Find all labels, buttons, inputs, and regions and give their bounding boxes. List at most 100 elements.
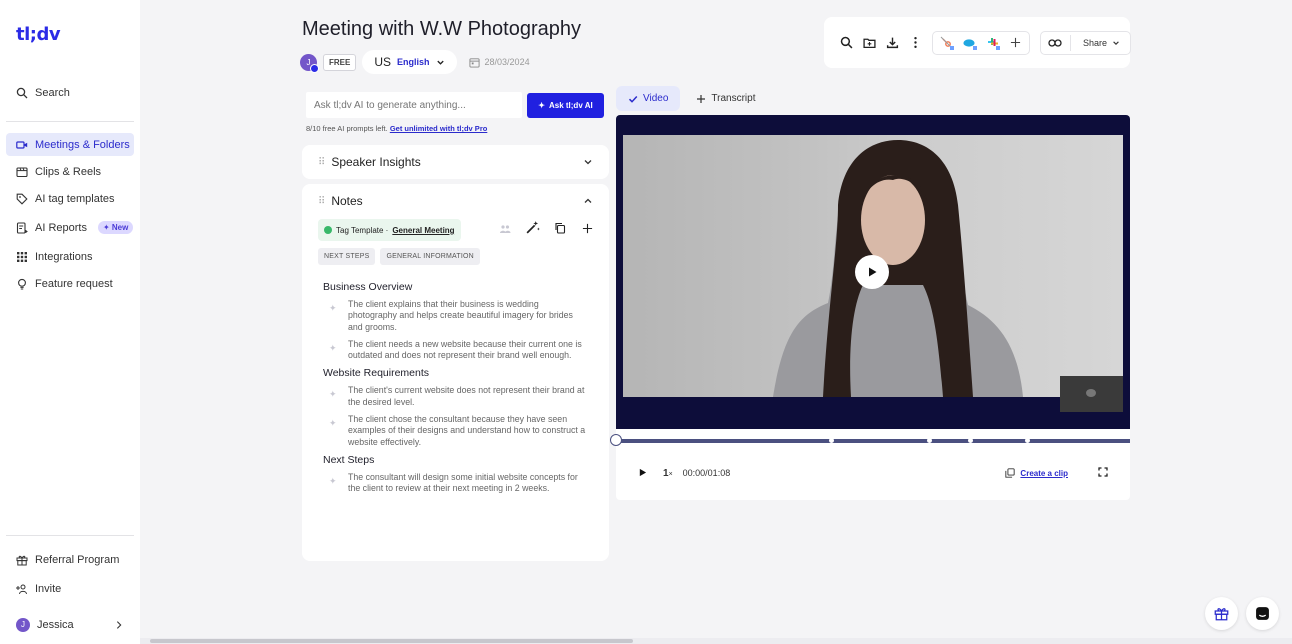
chevron-right-icon [116, 620, 122, 629]
referral-label: Referral Program [35, 553, 120, 566]
timeline-marker[interactable] [968, 438, 974, 443]
ai-sparkle-icon: ✦ [329, 418, 337, 429]
timeline-marker[interactable] [829, 438, 835, 443]
user-menu[interactable]: J Jessica [6, 613, 134, 636]
progress-handle[interactable] [610, 434, 622, 446]
more-options-icon[interactable] [909, 35, 922, 50]
notes-header[interactable]: ⠿ Notes [302, 184, 609, 218]
ai-sparkle-icon: ✦ [329, 303, 337, 313]
add-note-icon[interactable] [582, 221, 593, 239]
invite-label: Invite [35, 582, 62, 595]
chat-icon [1256, 607, 1269, 620]
grid-icon [17, 251, 27, 262]
add-integration-icon[interactable] [1008, 35, 1023, 50]
fullscreen-icon[interactable] [1098, 467, 1108, 479]
ai-prompts-remaining: 8/10 free AI prompts left. Get unlimited… [306, 124, 608, 133]
progress-bar[interactable] [610, 434, 1130, 446]
timeline-marker[interactable] [927, 438, 933, 443]
clapperboard-icon [16, 166, 28, 177]
language-select[interactable]: US English [362, 50, 457, 74]
copy-icon[interactable] [554, 221, 566, 239]
magic-wand-icon[interactable] [525, 220, 540, 240]
play-button[interactable] [638, 468, 647, 479]
sidebar-item-feature-request[interactable]: Feature request [6, 272, 134, 295]
prompts-left-text: 8/10 free AI prompts left. [306, 124, 388, 133]
group-separator [1070, 34, 1071, 51]
ai-sparkle-icon: ✦ [329, 475, 337, 486]
note-item[interactable]: ✦ The consultant will design some initia… [323, 472, 589, 495]
share-button[interactable]: Share [1079, 38, 1124, 48]
sidebar-item-integrations[interactable]: Integrations [6, 245, 134, 268]
play-overlay-button[interactable] [855, 255, 889, 289]
support-chat-button[interactable] [1246, 597, 1279, 630]
note-item[interactable]: ✦ The client explains that their busines… [323, 299, 589, 333]
sidebar-item-label: Meetings & Folders [35, 138, 130, 151]
search-label: Search [35, 86, 70, 99]
clip-icon [1005, 468, 1016, 478]
note-item[interactable]: ✦ The client needs a new website because… [323, 339, 589, 362]
sidebar-item-meetings-folders[interactable]: Meetings & Folders [6, 133, 134, 156]
tab-transcript[interactable]: Transcript [684, 86, 767, 111]
drag-handle-icon[interactable]: ⠿ [318, 157, 325, 168]
timeline-marker[interactable] [1024, 438, 1030, 443]
meeting-toolbar: Share [824, 17, 1132, 68]
plan-badge: FREE [323, 53, 357, 71]
horizontal-scrollbar[interactable] [140, 638, 1292, 644]
note-text: The client explains that their business … [348, 299, 573, 332]
note-section-heading: Website Requirements [323, 367, 430, 380]
speakers-icon[interactable] [499, 221, 511, 239]
search-nav-item[interactable]: Search [6, 81, 134, 104]
upgrade-link[interactable]: Get unlimited with tl;dv Pro [390, 124, 488, 133]
sidebar-item-label: AI tag templates [35, 192, 115, 205]
salesforce-icon[interactable] [962, 35, 977, 50]
invite-item[interactable]: Invite [6, 577, 134, 600]
tag-chip[interactable]: NEXT STEPS [318, 248, 376, 265]
panel-title: Speaker Insights [331, 155, 421, 169]
video-camera-icon [16, 140, 28, 149]
play-icon [639, 468, 647, 476]
tab-label: Video [643, 93, 669, 104]
create-clip-button[interactable]: Create a clip [1005, 468, 1068, 478]
chevron-down-icon [1113, 40, 1119, 45]
gift-icon [1214, 608, 1229, 621]
download-icon[interactable] [886, 35, 899, 50]
referral-program-item[interactable]: Referral Program [6, 548, 134, 571]
sidebar-item-ai-tag-templates[interactable]: AI tag templates [6, 187, 134, 210]
scrollbar-thumb[interactable] [150, 639, 633, 643]
video-frame[interactable] [616, 115, 1130, 429]
hubspot-icon[interactable] [939, 35, 954, 50]
note-item[interactable]: ✦ The client chose the consultant becaus… [323, 414, 589, 448]
tag-template-name[interactable]: General Meeting [392, 226, 454, 235]
share-group: Share [1040, 30, 1132, 55]
note-text: The consultant will design some initial … [348, 471, 578, 494]
sidebar-item-clips-reels[interactable]: Clips & Reels [6, 160, 134, 183]
create-clip-label: Create a clip [1020, 468, 1068, 478]
us-flag-icon: US [374, 55, 392, 69]
drag-handle-icon[interactable]: ⠿ [318, 196, 325, 207]
tab-video[interactable]: Video [616, 86, 681, 111]
sidebar-divider [6, 121, 134, 122]
speed-unit: × [668, 470, 673, 478]
date-value: 28/03/2024 [484, 57, 530, 67]
gift-button[interactable] [1205, 597, 1238, 630]
picture-in-picture-thumbnail[interactable] [1060, 376, 1123, 412]
ask-ai-button[interactable]: ✦ Ask tl;dv AI [527, 93, 604, 118]
note-item[interactable]: ✦ The client's current website does not … [323, 385, 589, 408]
tag-template-selector[interactable]: Tag Template · General Meeting [318, 219, 461, 241]
media-tabs: Video Transcript [616, 86, 768, 111]
tag-template-row: Tag Template · General Meeting [302, 218, 609, 242]
integrations-group [932, 30, 1030, 55]
tldv-logo[interactable]: tl;dv [16, 24, 61, 45]
tab-label: Transcript [711, 93, 756, 104]
tag-chip[interactable]: GENERAL INFORMATION [380, 248, 480, 265]
sidebar-item-ai-reports[interactable]: AI Reports ✦ New [6, 216, 134, 239]
playback-speed-button[interactable]: 1× [663, 468, 673, 479]
search-icon[interactable] [840, 35, 853, 50]
lightbulb-icon [18, 278, 26, 289]
speaker-insights-header[interactable]: ⠿ Speaker Insights [302, 145, 609, 179]
slack-icon[interactable] [985, 35, 1000, 50]
template-status-icon [324, 226, 332, 234]
ask-ai-input[interactable] [306, 92, 522, 118]
link-icon[interactable] [1047, 35, 1062, 50]
move-to-folder-icon[interactable] [863, 35, 876, 50]
